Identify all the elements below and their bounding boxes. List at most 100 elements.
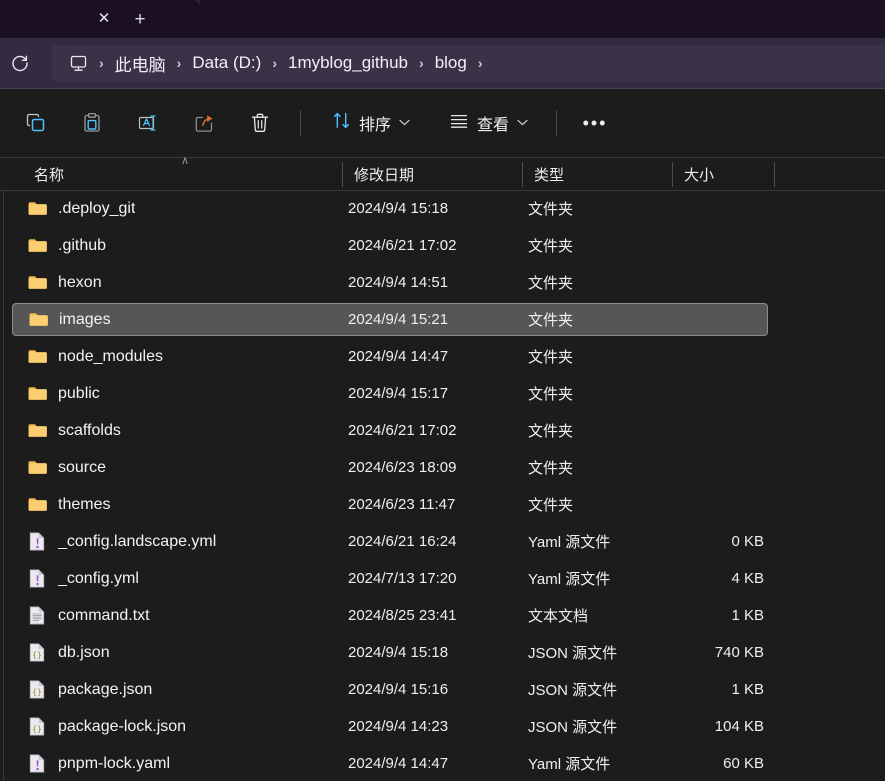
refresh-icon[interactable] [4,47,36,79]
folder-icon [26,235,48,257]
breadcrumb-separator: › [477,55,483,71]
breadcrumb[interactable]: › 此电脑 › Data (D:) › 1myblog_github › blo… [52,45,885,81]
breadcrumb-item-this-pc[interactable]: 此电脑 [108,49,173,78]
svg-text:{}: {} [32,649,42,659]
column-header-date-modified[interactable]: 修改日期 [342,158,522,191]
file-type: JSON 源文件 [528,645,618,662]
tab-strip-background [200,0,885,38]
new-tab-icon[interactable]: + [126,5,154,33]
file-row[interactable]: .deploy_git 2024/9/4 15:18 文件夹 [12,192,768,225]
file-row[interactable]: scaffolds 2024/6/21 17:02 文件夹 [12,414,768,447]
column-header-type[interactable]: 类型 [522,158,672,191]
breadcrumb-separator: › [419,55,424,71]
file-row[interactable]: node_modules 2024/9/4 14:47 文件夹 [12,340,768,373]
file-type: 文件夹 [528,460,574,477]
file-row[interactable]: _config.yml 2024/7/13 17:20 Yaml 源文件 4 KB [12,562,768,595]
file-row[interactable]: themes 2024/6/23 11:47 文件夹 [12,488,768,521]
toolbar-divider [300,110,301,136]
file-name: .github [58,236,107,254]
breadcrumb-separator: › [272,55,277,71]
file-type: JSON 源文件 [528,682,618,699]
sort-arrows-icon [331,110,352,136]
file-name: hexon [58,273,102,291]
column-divider[interactable] [774,162,775,187]
this-pc-monitor-icon[interactable] [62,53,95,74]
folder-icon [26,420,48,442]
file-row[interactable]: {} package-lock.json 2024/9/4 14:23 JSON 源文… [12,710,768,743]
view-button-label: 查看 [477,117,510,134]
file-name: _config.landscape.yml [58,532,217,550]
paste-icon[interactable] [72,103,112,143]
file-row[interactable]: source 2024/6/23 18:09 文件夹 [12,451,768,484]
file-row[interactable]: pnpm-lock.yaml 2024/9/4 14:47 Yaml 源文件 60 K… [12,747,768,780]
breadcrumb-separator: › [176,55,182,71]
tab-close-icon[interactable]: ✕ [90,4,118,32]
column-header-size[interactable]: 大小 [672,158,774,191]
file-name: db.json [58,643,110,661]
file-date-modified: 2024/6/21 17:02 [348,422,457,439]
file-list[interactable]: .deploy_git 2024/9/4 15:18 文件夹 .github 2024/… [0,191,885,781]
file-size: 1 KB [731,681,764,698]
delete-icon[interactable] [240,103,280,143]
folder-icon [26,494,48,516]
rename-icon[interactable] [128,103,168,143]
file-type: Yaml 源文件 [528,534,611,551]
title-bar: ✕ + [0,0,885,38]
file-date-modified: 2024/8/25 23:41 [348,607,457,624]
file-date-modified: 2024/9/4 15:21 [348,311,449,328]
yaml-file-icon [26,531,48,553]
file-size: 4 KB [731,570,764,587]
file-row[interactable]: {} package.json 2024/9/4 15:16 JSON 源文件 1 KB [12,673,768,706]
file-row[interactable]: images 2024/9/4 15:21 文件夹 [12,303,768,336]
sort-button[interactable]: 排序 [323,105,418,141]
file-size: 0 KB [731,533,764,550]
file-row[interactable]: public 2024/9/4 15:17 文件夹 [12,377,768,410]
share-icon[interactable] [184,103,224,143]
file-type: 文件夹 [528,275,574,292]
text-file-icon [26,605,48,627]
json-file-icon: {} [26,716,48,738]
file-type: 文件夹 [528,312,574,329]
file-name: scaffolds [58,421,121,439]
file-date-modified: 2024/9/4 14:47 [348,348,449,365]
breadcrumb-item-blog[interactable]: blog [428,51,474,75]
file-name: .deploy_git [58,199,136,217]
file-date-modified: 2024/9/4 15:17 [348,385,449,402]
file-name: public [58,384,100,402]
file-row[interactable]: command.txt 2024/8/25 23:41 文本文档 1 KB [12,599,768,632]
file-name: pnpm-lock.yaml [58,754,171,772]
more-options-icon[interactable]: ••• [575,105,615,141]
file-row[interactable]: _config.landscape.yml 2024/6/21 16:24 Yaml… [12,525,768,558]
svg-text:{}: {} [32,723,42,733]
toolbar-divider [556,110,558,136]
file-date-modified: 2024/7/13 17:20 [348,570,457,587]
file-type: 文件夹 [528,238,574,255]
breadcrumb-item-data-d[interactable]: Data (D:) [185,51,268,75]
file-type: 文件夹 [528,423,574,440]
yaml-file-icon [26,568,48,590]
address-bar: › 此电脑 › Data (D:) › 1myblog_github › blo… [0,38,885,88]
file-row[interactable]: {} db.json 2024/9/4 15:18 JSON 源文件 740 KB [12,636,768,669]
file-date-modified: 2024/6/23 18:09 [348,459,457,476]
file-date-modified: 2024/9/4 15:16 [348,681,449,698]
file-name: themes [58,495,111,513]
file-name: command.txt [58,606,150,624]
column-header-row: 名称 修改日期 类型 大小 [0,157,885,191]
json-file-icon: {} [26,679,48,701]
file-name: package.json [58,680,153,698]
folder-icon [26,198,48,220]
file-size: 104 KB [714,718,764,735]
file-row[interactable]: .github 2024/6/21 17:02 文件夹 [12,229,768,262]
file-date-modified: 2024/9/4 15:18 [348,200,449,217]
file-size: 60 KB [723,755,764,772]
file-row[interactable]: hexon 2024/9/4 14:51 文件夹 [12,266,768,299]
file-type: 文件夹 [528,349,574,366]
folder-icon [26,346,48,368]
sort-button-label: 排序 [359,117,392,134]
yaml-file-icon [26,753,48,775]
copy-icon[interactable] [16,103,56,143]
view-button[interactable]: 查看 [440,105,536,141]
file-date-modified: 2024/9/4 14:23 [348,718,449,735]
file-type: Yaml 源文件 [528,756,611,773]
breadcrumb-item-1myblog-github[interactable]: 1myblog_github [281,51,415,75]
